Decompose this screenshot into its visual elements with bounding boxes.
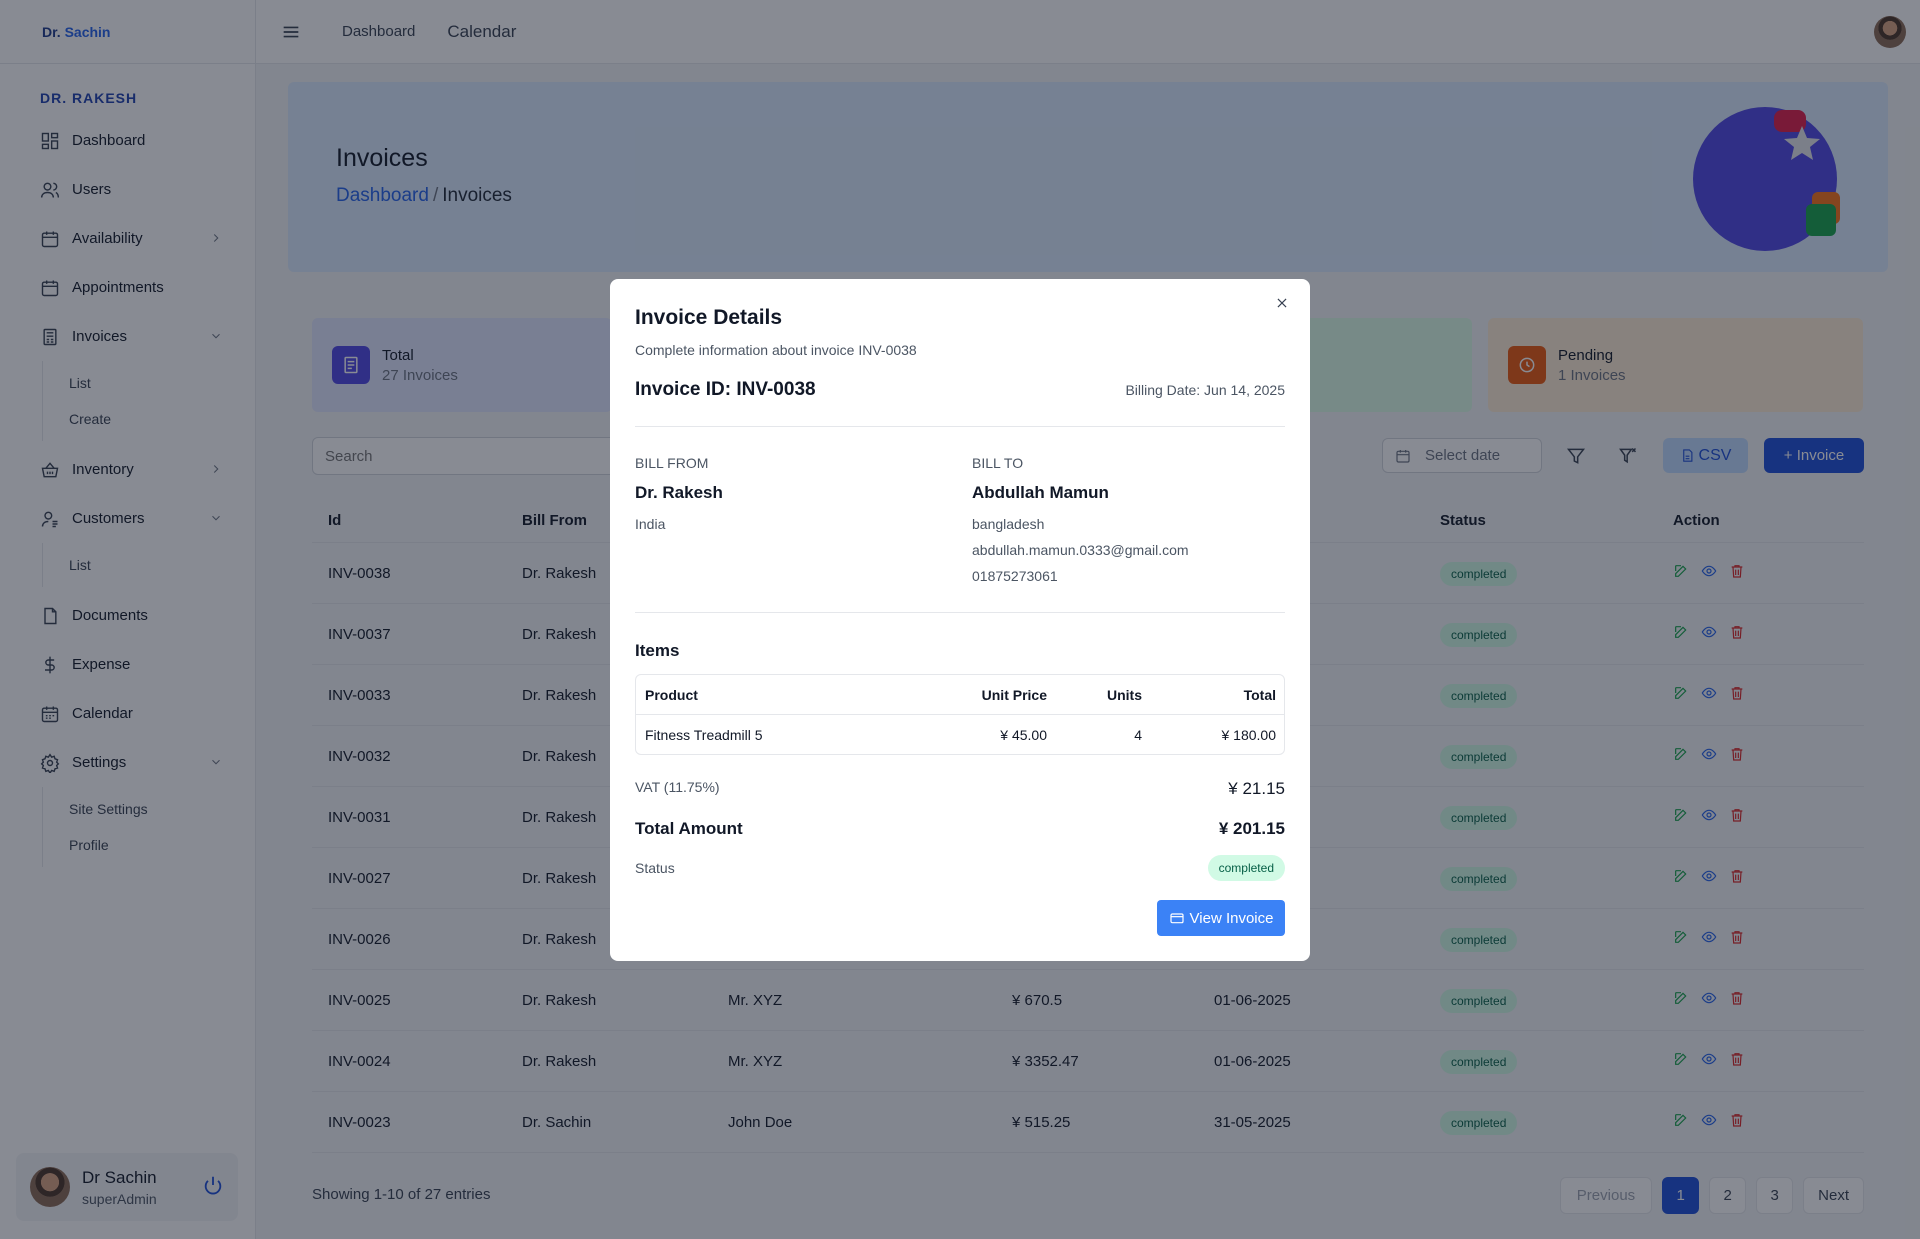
bill-to-email: abdullah.mamun.0333@gmail.com <box>972 542 1189 558</box>
bill-from: BILL FROM Dr. Rakesh India <box>635 455 723 532</box>
item-total: ¥ 180.00 <box>1221 727 1277 743</box>
bill-to-label: BILL TO <box>972 455 1024 471</box>
items-col-total: Total <box>1243 687 1276 703</box>
item-product: Fitness Treadmill 5 <box>645 727 763 743</box>
items-col-product: Product <box>645 687 698 703</box>
modal-title: Invoice Details <box>635 306 783 329</box>
invoice-id: Invoice ID: INV-0038 <box>635 379 816 400</box>
item-units: 4 <box>1134 727 1142 743</box>
vat-value: ¥ 21.15 <box>1228 779 1285 798</box>
items-col-unit-price: Unit Price <box>981 687 1047 703</box>
bill-to-name: Abdullah Mamun <box>972 483 1109 502</box>
items-title: Items <box>635 641 680 660</box>
bill-to-phone: 01875273061 <box>972 568 1058 584</box>
invoice-details-modal: Invoice Details Complete information abo… <box>610 279 1310 961</box>
items-col-units: Units <box>1107 687 1142 703</box>
status-label: Status <box>635 860 675 876</box>
bill-to-country: bangladesh <box>972 516 1045 532</box>
divider <box>635 426 1285 427</box>
status-badge: completed <box>1207 855 1285 881</box>
total-label: Total Amount <box>635 819 743 838</box>
view-invoice-label: View Invoice <box>1189 909 1274 927</box>
items-header: Product Unit Price Units Total <box>636 675 1284 715</box>
bill-to: BILL TO Abdullah Mamun bangladesh abdull… <box>972 455 1189 584</box>
vat-label: VAT (11.75%) <box>635 779 720 795</box>
view-invoice-button[interactable]: View Invoice <box>1157 900 1285 936</box>
items-row: Fitness Treadmill 5 ¥ 45.00 4 ¥ 180.00 <box>636 715 1284 754</box>
bill-from-label: BILL FROM <box>635 455 709 471</box>
items-table: Product Unit Price Units Total Fitness T… <box>635 674 1285 755</box>
card-icon <box>1169 913 1184 924</box>
close-icon[interactable] <box>1272 293 1292 313</box>
modal-subtitle: Complete information about invoice INV-0… <box>635 342 917 358</box>
bill-from-country: India <box>635 516 666 532</box>
total-value: ¥ 201.15 <box>1218 819 1285 838</box>
item-unit-price: ¥ 45.00 <box>1000 727 1047 743</box>
divider <box>635 612 1285 613</box>
billing-date: Billing Date: Jun 14, 2025 <box>1125 382 1285 398</box>
bill-from-name: Dr. Rakesh <box>635 483 723 502</box>
